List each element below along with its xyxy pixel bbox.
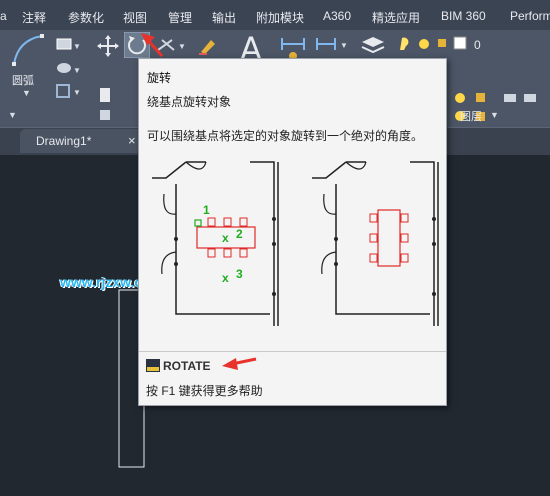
tooltip-help-hint: 按 F1 键获得更多帮助	[146, 384, 263, 398]
menu-featured-apps[interactable]: 精选应用	[372, 9, 420, 26]
menu-partial-item[interactable]: a	[0, 9, 7, 23]
menu-output[interactable]: 输出	[212, 9, 236, 26]
copy-icon[interactable]	[98, 86, 114, 106]
trim-icon[interactable]: ▼	[154, 36, 188, 54]
tooltip-description: 可以围绕基点将选定的对象旋转到一个绝对的角度。	[147, 129, 424, 143]
drawing-file-tab[interactable]: Drawing1* ×	[20, 129, 145, 153]
svg-text:▼: ▼	[178, 42, 186, 51]
tooltip-command-name: ROTATE	[163, 359, 211, 373]
svg-text:▼: ▼	[73, 42, 80, 51]
step-2-label: 2	[236, 227, 243, 241]
tooltip-separator	[139, 351, 446, 352]
layers-panel-label[interactable]: 图层	[460, 108, 482, 124]
boundary-icon[interactable]: ▼	[54, 82, 80, 100]
menu-bim360[interactable]: BIM 360	[441, 9, 486, 23]
menu-a360[interactable]: A360	[323, 9, 351, 23]
erase-icon[interactable]	[197, 34, 219, 56]
layer-properties-icon[interactable]	[358, 34, 388, 58]
menu-view[interactable]: 视图	[123, 9, 147, 26]
menu-parametric[interactable]: 参数化	[68, 9, 104, 26]
arc-label[interactable]: 圆弧	[12, 72, 34, 88]
layer-dropdown[interactable]	[396, 34, 486, 54]
menu-bar: a 注释 参数化 视图 管理 输出 附加模块 A360 精选应用 BIM 360…	[0, 0, 550, 30]
arc-icon[interactable]	[10, 32, 46, 68]
move-icon[interactable]	[96, 34, 120, 58]
base-point-marker	[194, 219, 202, 227]
step-3-x-icon: x	[222, 271, 229, 285]
rotate-illustration: 1 x 2 x 3	[152, 161, 439, 326]
svg-text:▼: ▼	[73, 88, 80, 97]
draw-panel-dropdown-icon[interactable]: ▼	[8, 110, 17, 120]
current-layer-value[interactable]: 0	[474, 38, 481, 52]
step-3-label: 3	[236, 267, 243, 281]
tooltip-subtitle: 绕基点旋转对象	[147, 95, 232, 109]
table-after	[377, 209, 401, 267]
drawing-tab-title: Drawing1*	[36, 134, 92, 148]
rotate-tooltip: 旋转 绕基点旋转对象 可以围绕基点将选定的对象旋转到一个绝对的角度。 1 x 2…	[138, 58, 447, 406]
step-2-x-icon: x	[222, 231, 229, 245]
hatch-icon[interactable]: ▼	[54, 60, 80, 76]
tooltip-title: 旋转	[147, 71, 172, 85]
rotate-icon[interactable]	[124, 32, 150, 58]
stretch-icon[interactable]	[98, 108, 114, 124]
arc-dropdown-icon[interactable]: ▼	[22, 88, 31, 98]
svg-text:▼: ▼	[340, 41, 348, 50]
command-line-icon	[146, 359, 160, 372]
layers-panel-dropdown-icon[interactable]: ▼	[490, 110, 499, 120]
step-1-label: 1	[203, 203, 210, 217]
linear-dimension-icon[interactable]: ▼	[314, 34, 348, 54]
close-tab-icon[interactable]: ×	[128, 133, 136, 148]
menu-addins[interactable]: 附加模块	[256, 9, 304, 26]
menu-performance[interactable]: Perform	[510, 9, 550, 23]
menu-manage[interactable]: 管理	[168, 9, 192, 26]
menu-annotate[interactable]: 注释	[22, 9, 46, 26]
svg-text:▼: ▼	[73, 66, 80, 75]
rectangle-icon[interactable]: ▼	[54, 36, 80, 52]
